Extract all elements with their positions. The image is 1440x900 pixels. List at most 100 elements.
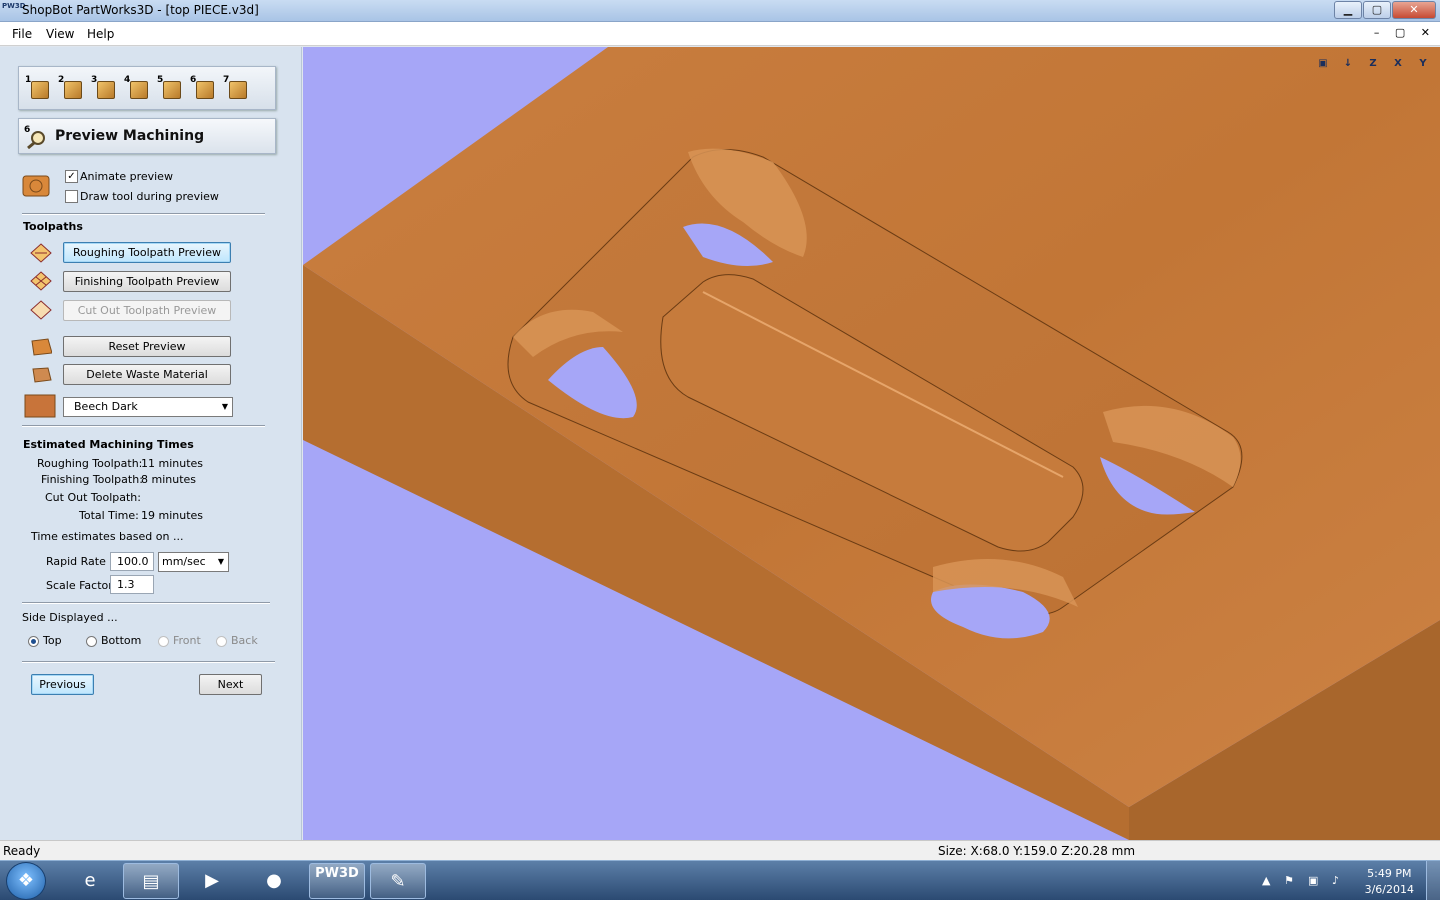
wizard-step-bar: 1 2 3 4 5 6 7 xyxy=(18,66,276,110)
part-size-readout: Size: X:68.0 Y:159.0 Z:20.28 mm xyxy=(938,844,1136,858)
animate-icon xyxy=(22,172,52,198)
side-back-radio[interactable] xyxy=(216,636,227,647)
rapid-rate-label: Rapid Rate xyxy=(46,555,106,568)
menu-bar: File View Help – ▢ ✕ xyxy=(0,22,1440,46)
iso-view-icon[interactable]: ↓ xyxy=(1337,55,1359,73)
minimize-button[interactable]: ▁ xyxy=(1334,1,1362,19)
view-x-icon[interactable]: X xyxy=(1387,55,1409,73)
zoom-extents-icon[interactable]: ▣ xyxy=(1312,55,1334,73)
animate-preview-label: Animate preview xyxy=(80,170,173,183)
step-4-button[interactable]: 4 xyxy=(124,75,150,103)
chevron-down-icon: ▼ xyxy=(217,557,224,566)
divider xyxy=(22,213,265,215)
menu-file[interactable]: File xyxy=(12,27,32,41)
cutout-toolpath-icon xyxy=(30,300,52,320)
step-3-button[interactable]: 3 xyxy=(91,75,117,103)
total-time-label: Total Time: xyxy=(79,509,139,522)
finishing-time-value: 8 minutes xyxy=(141,473,197,486)
side-bottom-radio[interactable] xyxy=(86,636,97,647)
step-6-icon xyxy=(196,81,214,99)
window-title: ShopBot PartWorks3D - [top PIECE.v3d] xyxy=(22,3,259,17)
file-explorer-icon[interactable]: ▤ xyxy=(123,863,179,899)
start-button[interactable]: ❖ xyxy=(6,862,46,900)
wood-part-render xyxy=(303,47,1440,840)
step-6-button[interactable]: 6 xyxy=(190,75,216,103)
previous-button[interactable]: Previous xyxy=(31,674,94,695)
view-toolbar: ▣ ↓ Z X Y xyxy=(1312,55,1434,73)
cutout-preview-button[interactable]: Cut Out Toolpath Preview xyxy=(63,300,231,321)
maximize-button[interactable]: ▢ xyxy=(1363,1,1391,19)
action-center-flag-icon[interactable]: ⚑ xyxy=(1284,874,1294,887)
side-top-label: Top xyxy=(43,634,62,647)
step-2-icon xyxy=(64,81,82,99)
internet-explorer-icon[interactable]: e xyxy=(62,863,118,899)
title-bar: PW3D ShopBot PartWorks3D - [top PIECE.v3… xyxy=(0,0,1440,22)
divider xyxy=(22,425,265,427)
step-2-button[interactable]: 2 xyxy=(58,75,84,103)
draw-tool-checkbox[interactable] xyxy=(65,190,78,203)
step-7-icon xyxy=(229,81,247,99)
clock-time: 5:49 PM xyxy=(1367,867,1412,880)
menu-view[interactable]: View xyxy=(46,27,74,41)
divider xyxy=(22,661,275,663)
partworks3d-taskbar-button[interactable]: PW3D xyxy=(309,863,365,899)
app-icon: PW3D xyxy=(2,2,26,10)
side-bottom-label: Bottom xyxy=(101,634,142,647)
delete-waste-icon xyxy=(30,365,52,385)
estimates-based-label: Time estimates based on ... xyxy=(31,530,184,543)
roughing-preview-button[interactable]: Roughing Toolpath Preview xyxy=(63,242,231,263)
roughing-time-label: Roughing Toolpath: xyxy=(37,457,143,470)
reset-preview-icon xyxy=(30,337,53,357)
window-controls: ▁ ▢ ✕ xyxy=(1334,1,1436,19)
step-3-icon xyxy=(97,81,115,99)
roughing-toolpath-icon xyxy=(30,243,52,263)
step-7-button[interactable]: 7 xyxy=(223,75,249,103)
next-button[interactable]: Next xyxy=(199,674,262,695)
side-front-radio[interactable] xyxy=(158,636,169,647)
system-tray: ▲ ⚑ ▣ ♪ 5:49 PM 3/6/2014 xyxy=(1240,861,1440,900)
step-1-button[interactable]: 1 xyxy=(25,75,51,103)
paint-icon[interactable]: ✎ xyxy=(370,863,426,899)
close-button[interactable]: ✕ xyxy=(1392,1,1436,19)
step-5-icon xyxy=(163,81,181,99)
side-front-label: Front xyxy=(173,634,201,647)
times-heading: Estimated Machining Times xyxy=(23,438,194,451)
view-y-icon[interactable]: Y xyxy=(1412,55,1434,73)
cutout-time-label: Cut Out Toolpath: xyxy=(45,491,141,504)
preview-magnifier-icon: 6 xyxy=(24,125,48,150)
3d-viewport[interactable]: ▣ ↓ Z X Y xyxy=(303,47,1440,840)
taskbar: ❖ e ▤ ▶ ● PW3D ✎ ▲ ⚑ ▣ ♪ 5:49 PM 3/6/201… xyxy=(0,860,1440,900)
firefox-icon[interactable]: ● xyxy=(246,863,302,899)
show-desktop-button[interactable] xyxy=(1426,861,1440,900)
animate-preview-checkbox[interactable]: ✓ xyxy=(65,170,78,183)
draw-tool-label: Draw tool during preview xyxy=(80,190,219,203)
network-icon[interactable]: ▣ xyxy=(1308,874,1318,887)
clock[interactable]: 5:49 PM 3/6/2014 xyxy=(1365,866,1414,898)
material-select[interactable]: Beech Dark ▼ xyxy=(63,397,233,417)
panel-header: 6 Preview Machining xyxy=(18,118,276,154)
chevron-down-icon: ▼ xyxy=(221,402,228,411)
status-bar: Ready Size: X:68.0 Y:159.0 Z:20.28 mm xyxy=(0,840,1440,860)
finishing-preview-button[interactable]: Finishing Toolpath Preview xyxy=(63,271,231,292)
view-z-icon[interactable]: Z xyxy=(1362,55,1384,73)
toolpaths-heading: Toolpaths xyxy=(23,220,83,233)
scale-factor-input[interactable]: 1.3 xyxy=(110,575,154,594)
reset-preview-button[interactable]: Reset Preview xyxy=(63,336,231,357)
rapid-rate-input[interactable]: 100.0 xyxy=(110,552,154,571)
side-displayed-heading: Side Displayed ... xyxy=(22,611,118,624)
volume-icon[interactable]: ♪ xyxy=(1332,874,1339,887)
show-hidden-icons-icon[interactable]: ▲ xyxy=(1262,874,1270,887)
delete-waste-button[interactable]: Delete Waste Material xyxy=(63,364,231,385)
media-player-icon[interactable]: ▶ xyxy=(184,863,240,899)
menu-help[interactable]: Help xyxy=(87,27,114,41)
mdi-window-controls[interactable]: – ▢ ✕ xyxy=(1374,26,1436,39)
step-5-button[interactable]: 5 xyxy=(157,75,183,103)
clock-date: 3/6/2014 xyxy=(1364,883,1414,896)
side-top-radio[interactable] xyxy=(28,636,39,647)
divider xyxy=(22,602,270,604)
left-panel: 1 2 3 4 5 6 7 6 Preview Machining ✓ Anim… xyxy=(0,47,302,840)
rapid-unit-select[interactable]: mm/sec ▼ xyxy=(158,552,229,572)
finishing-time-label: Finishing Toolpath: xyxy=(41,473,143,486)
scale-factor-label: Scale Factor xyxy=(46,579,113,592)
step-4-icon xyxy=(130,81,148,99)
